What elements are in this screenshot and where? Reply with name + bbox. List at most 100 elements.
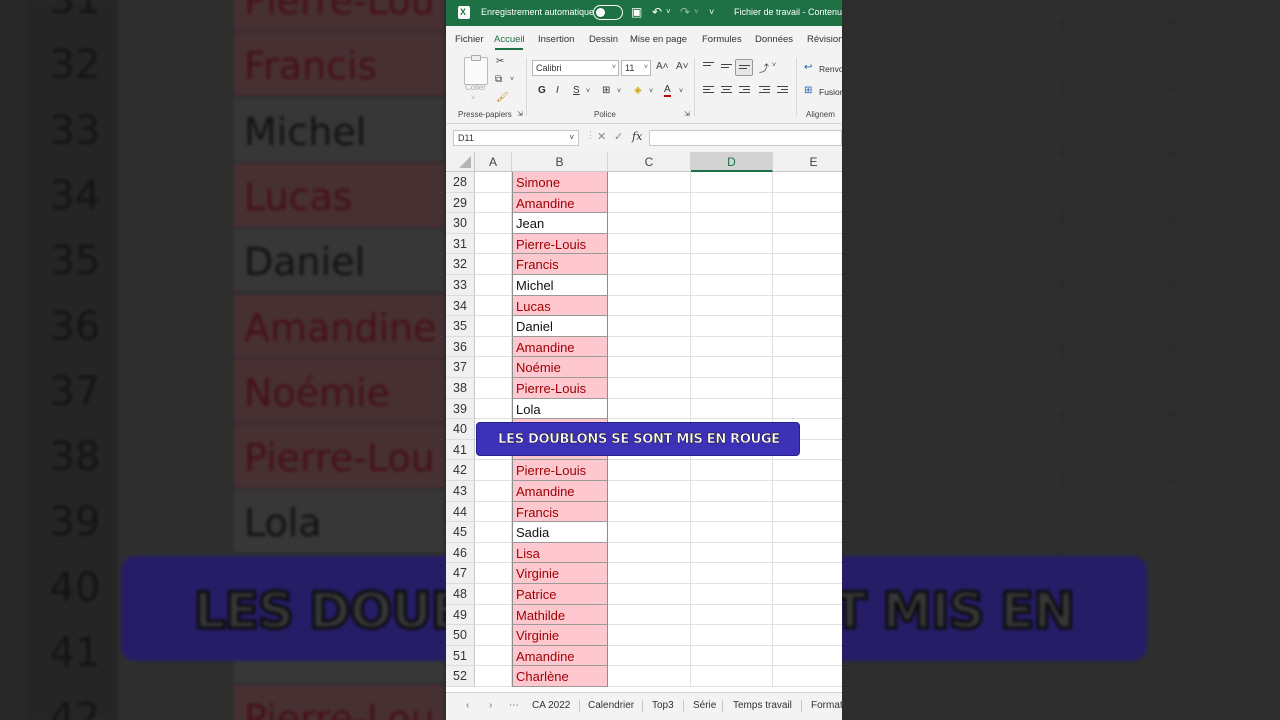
cell-c[interactable]: [608, 233, 691, 255]
column-header-e[interactable]: E: [773, 152, 842, 172]
sheet-tab-serie[interactable]: Série: [693, 700, 716, 711]
cell-a[interactable]: [475, 563, 512, 584]
cell-e[interactable]: [773, 646, 842, 667]
tab-accueil[interactable]: Accueil: [494, 34, 525, 45]
row-header[interactable]: 40: [446, 419, 475, 440]
cell-a[interactable]: [475, 398, 512, 420]
cell-c[interactable]: [608, 316, 691, 337]
row-header[interactable]: 33: [446, 275, 475, 296]
cell-e[interactable]: [773, 522, 842, 543]
cell-e[interactable]: [773, 254, 842, 275]
grow-font-icon[interactable]: A˄: [656, 61, 669, 72]
cell-d[interactable]: [691, 501, 773, 523]
row-header[interactable]: 52: [446, 666, 475, 687]
merge-center-label[interactable]: Fusion: [819, 87, 842, 97]
cell-d[interactable]: [691, 460, 773, 481]
cell-c[interactable]: [608, 192, 691, 214]
duplicate-cell-b[interactable]: Virginie: [512, 625, 608, 646]
row-header[interactable]: 32: [446, 254, 475, 275]
underline-dropdown-icon[interactable]: ˅: [586, 88, 590, 95]
cell-d[interactable]: [691, 254, 773, 275]
wrap-text-label[interactable]: Renvo: [819, 64, 842, 74]
cell-d[interactable]: [691, 213, 773, 234]
cell-a[interactable]: [475, 378, 512, 399]
duplicate-cell-b[interactable]: Lisa: [512, 542, 608, 564]
cell-a[interactable]: [475, 542, 512, 564]
cell-c[interactable]: [608, 460, 691, 481]
cell-a[interactable]: [475, 192, 512, 214]
cell-a[interactable]: [475, 645, 512, 667]
font-name-select[interactable]: Calibri ˅: [532, 60, 619, 76]
cell-c[interactable]: [608, 563, 691, 584]
duplicate-cell-b[interactable]: Francis: [512, 501, 608, 523]
row-header[interactable]: 39: [446, 398, 475, 420]
cell-a[interactable]: [475, 501, 512, 523]
font-launcher-icon[interactable]: ⇲: [684, 110, 690, 118]
cell-a[interactable]: [475, 213, 512, 234]
row-header[interactable]: 51: [446, 645, 475, 667]
duplicate-cell-b[interactable]: Noémie: [512, 357, 608, 378]
row-header[interactable]: 38: [446, 378, 475, 399]
tab-fichier[interactable]: Fichier: [455, 34, 484, 45]
cell-a[interactable]: [475, 625, 512, 646]
cell-c[interactable]: [608, 604, 691, 626]
cell-a[interactable]: [475, 604, 512, 626]
cell-e[interactable]: [773, 605, 842, 626]
cell-e[interactable]: [773, 378, 842, 399]
column-header-c[interactable]: C: [608, 152, 691, 172]
italic-button[interactable]: I: [556, 85, 559, 96]
shrink-font-icon[interactable]: A˅: [676, 61, 689, 72]
cell-c[interactable]: [608, 254, 691, 275]
fill-color-dropdown-icon[interactable]: ˅: [649, 88, 653, 95]
row-header[interactable]: 49: [446, 604, 475, 626]
cell-c[interactable]: [608, 584, 691, 605]
cell-d[interactable]: [691, 275, 773, 296]
row-header[interactable]: 36: [446, 336, 475, 358]
cell-e[interactable]: [773, 481, 842, 502]
formula-input[interactable]: [649, 130, 842, 146]
orientation-dropdown-icon[interactable]: ˅: [772, 62, 776, 69]
cell-b[interactable]: Sadia: [512, 522, 608, 543]
row-header[interactable]: 28: [446, 172, 475, 193]
cell-a[interactable]: [475, 275, 512, 296]
insert-function-icon[interactable]: fx: [632, 130, 642, 143]
cell-d[interactable]: [691, 233, 773, 255]
merge-center-icon[interactable]: ⊞: [804, 85, 812, 96]
sheet-tab-ca-2022[interactable]: CA 2022: [532, 700, 570, 711]
cell-a[interactable]: [475, 666, 512, 687]
bold-button[interactable]: G: [538, 85, 546, 96]
cell-a[interactable]: [475, 254, 512, 275]
duplicate-cell-b[interactable]: Amandine: [512, 192, 608, 214]
align-center-icon[interactable]: [721, 86, 732, 95]
column-header-b[interactable]: B: [512, 152, 608, 172]
cell-c[interactable]: [608, 295, 691, 317]
increase-indent-icon[interactable]: [777, 86, 788, 95]
duplicate-cell-b[interactable]: Pierre-Louis: [512, 460, 608, 481]
cell-d[interactable]: [691, 625, 773, 646]
tab-formules[interactable]: Formules: [702, 34, 742, 45]
cell-d[interactable]: [691, 563, 773, 584]
cell-e[interactable]: [773, 399, 842, 420]
autosave-toggle[interactable]: [593, 5, 623, 20]
cell-e[interactable]: [773, 584, 842, 605]
row-header[interactable]: 29: [446, 192, 475, 214]
cell-d[interactable]: [691, 481, 773, 502]
paste-icon[interactable]: [464, 55, 488, 85]
tab-mise-en-page[interactable]: Mise en page: [630, 34, 687, 45]
cell-b[interactable]: Daniel: [512, 316, 608, 337]
cell-e[interactable]: [773, 666, 842, 687]
cell-e[interactable]: [773, 296, 842, 317]
row-header[interactable]: 47: [446, 563, 475, 584]
tab-revision[interactable]: Révision: [807, 34, 842, 45]
duplicate-cell-b[interactable]: Charlène: [512, 666, 608, 687]
cell-d[interactable]: [691, 522, 773, 543]
borders-icon[interactable]: ⊞: [602, 85, 610, 96]
row-header[interactable]: 45: [446, 522, 475, 543]
cell-d[interactable]: [691, 542, 773, 564]
cell-c[interactable]: [608, 625, 691, 646]
cell-d[interactable]: [691, 666, 773, 687]
row-header[interactable]: 35: [446, 316, 475, 337]
cell-e[interactable]: [773, 213, 842, 234]
column-header-a[interactable]: A: [475, 152, 512, 172]
cell-a[interactable]: [475, 295, 512, 317]
